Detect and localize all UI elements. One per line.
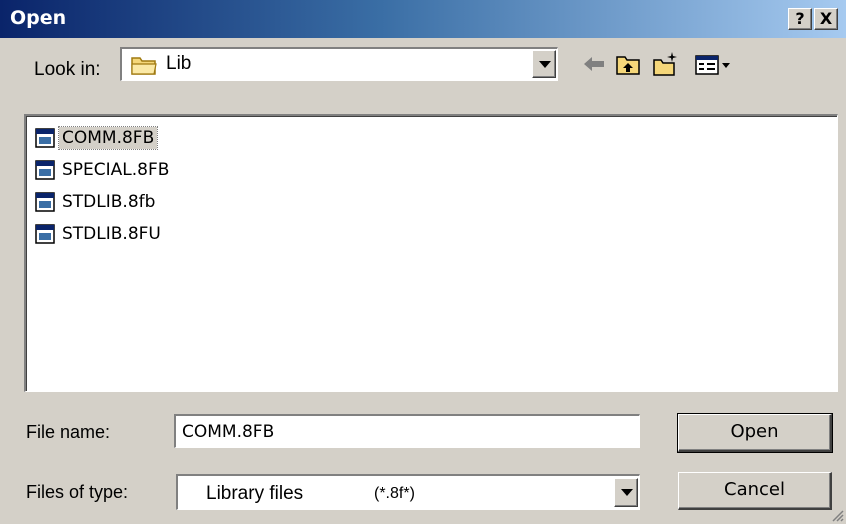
look-in-dropdown[interactable]: Lib <box>120 47 558 81</box>
resize-grip-icon[interactable] <box>830 508 844 522</box>
file-type-pattern: (*.8f*) <box>374 485 415 502</box>
folder-icon <box>131 57 157 75</box>
look-in-value: Lib <box>166 53 192 74</box>
file-name: SPECIAL.8FB <box>62 160 170 180</box>
file-name: STDLIB.8fb <box>62 192 156 212</box>
open-dialog: Open ? X Look in: Lib COMM.8FB SPECIAL.8… <box>0 0 846 524</box>
look-in-label: Look in: <box>34 59 101 80</box>
close-button[interactable]: X <box>814 8 838 30</box>
view-menu-icon[interactable] <box>694 50 734 78</box>
file-type-label: Files of type: <box>26 482 129 502</box>
library-file-icon <box>35 128 55 148</box>
cancel-button[interactable]: Cancel <box>678 472 832 510</box>
new-folder-icon[interactable] <box>652 50 680 78</box>
file-name: STDLIB.8FU <box>62 224 161 244</box>
file-type-name: Library files <box>206 483 304 504</box>
open-button[interactable]: Open <box>677 413 833 453</box>
file-item[interactable]: STDLIB.8fb <box>34 188 158 216</box>
file-list[interactable]: COMM.8FB SPECIAL.8FB STDLIB.8fb STDLIB.8… <box>24 114 838 392</box>
file-name-label: File name: <box>26 422 111 442</box>
help-button[interactable]: ? <box>788 8 812 30</box>
file-item[interactable]: STDLIB.8FU <box>34 220 164 248</box>
window-title: Open <box>10 7 67 29</box>
library-file-icon <box>35 224 55 244</box>
up-folder-icon[interactable] <box>614 50 642 78</box>
file-item[interactable]: COMM.8FB <box>34 124 159 152</box>
file-name-input[interactable] <box>174 414 640 448</box>
library-file-icon <box>35 192 55 212</box>
back-arrow-icon[interactable] <box>580 50 608 78</box>
library-file-icon <box>35 160 55 180</box>
file-item[interactable]: SPECIAL.8FB <box>34 156 172 184</box>
file-type-dropdown-button[interactable] <box>614 478 638 507</box>
look-in-dropdown-button[interactable] <box>532 50 556 78</box>
title-bar[interactable]: Open ? X <box>0 0 846 38</box>
file-name: COMM.8FB <box>57 126 159 150</box>
file-type-dropdown[interactable]: Library files (*.8f*) <box>176 474 640 510</box>
